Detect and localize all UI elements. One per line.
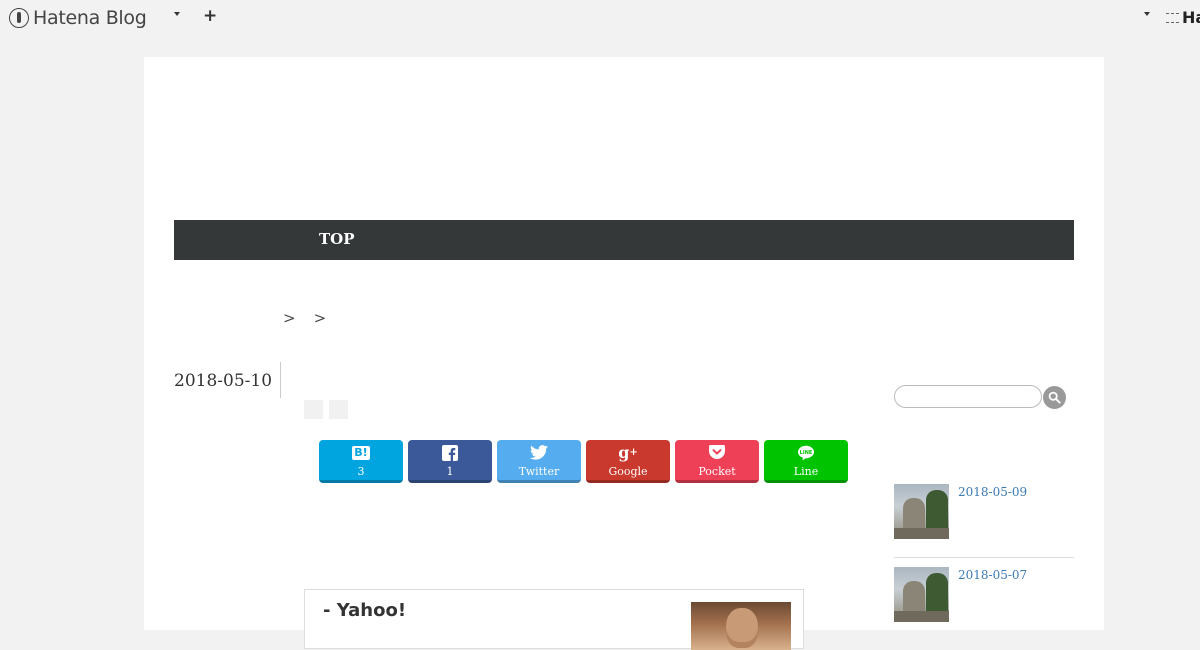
breadcrumb: > > [283, 309, 326, 327]
search-input[interactable] [894, 385, 1042, 408]
ground-shape [894, 611, 949, 622]
hatena-blog-logo[interactable]: Hatena Blog [9, 7, 147, 29]
share-label: Pocket [698, 464, 736, 478]
diet-building-image [903, 498, 925, 528]
share-label: Line [793, 464, 819, 478]
recent-entry-item[interactable]: 2018-05-07 [894, 567, 1074, 623]
hatena-account-menu[interactable]: Ha [1166, 8, 1200, 27]
pocket-share-button[interactable]: Pocket [675, 440, 759, 483]
entry-category-chip[interactable] [304, 400, 323, 419]
recent-entry-thumbnail[interactable] [894, 484, 949, 539]
hatena-mini-logo-icon [1166, 12, 1179, 23]
sidebar-divider [894, 557, 1074, 558]
svg-text:LINE: LINE [800, 450, 813, 456]
share-label: Twitter [518, 464, 560, 478]
share-count: 3 [357, 464, 365, 478]
recent-entry-thumbnail[interactable] [894, 567, 949, 622]
facebook-icon [442, 443, 458, 463]
twitter-icon [530, 443, 548, 463]
share-buttons: B! 3 1 Twitter g + Google Pocket LINE Li… [319, 440, 848, 483]
ground-shape [894, 528, 949, 539]
google-plus-icon: g + [618, 443, 638, 462]
embed-card-title[interactable]: - Yahoo! [323, 600, 406, 621]
nav-item-top[interactable]: TOP [319, 230, 355, 248]
hatena-account-text: Ha [1182, 8, 1200, 27]
recent-entry-date-link[interactable]: 2018-05-07 [958, 568, 1027, 582]
diet-building-image [903, 581, 925, 611]
share-label: Google [608, 464, 648, 478]
hatena-b-icon: B! [352, 445, 370, 460]
entry-category-chip[interactable] [329, 400, 348, 419]
hatena-bookmark-share-button[interactable]: B! 3 [319, 440, 403, 483]
embedded-link-card[interactable]: - Yahoo! [304, 589, 804, 650]
recent-entry-date-link[interactable]: 2018-05-09 [958, 485, 1027, 499]
line-share-button[interactable]: LINE Line [764, 440, 848, 483]
global-navigation: TOP [174, 220, 1074, 260]
hatena-blog-logo-text: Hatena Blog [33, 7, 147, 29]
hatena-global-header: Hatena Blog + Ha [0, 0, 1200, 36]
pocket-icon [709, 443, 725, 463]
breadcrumb-separator: > [283, 309, 296, 327]
search-icon [1048, 391, 1061, 404]
breadcrumb-separator: > [313, 309, 327, 327]
google-plus-share-button[interactable]: g + Google [586, 440, 670, 483]
twitter-share-button[interactable]: Twitter [497, 440, 581, 483]
blog-container: TOP > > 2018-05-10 B! 3 1 Twitter g + Goo… [144, 57, 1104, 650]
hatena-logo-icon [9, 8, 29, 28]
user-menu-dropdown-icon[interactable] [1144, 12, 1150, 16]
share-count: 1 [446, 464, 454, 478]
add-entry-button[interactable]: + [203, 6, 217, 26]
embed-card-thumbnail[interactable] [691, 602, 791, 650]
facebook-share-button[interactable]: 1 [408, 440, 492, 483]
entry-date[interactable]: 2018-05-10 [174, 362, 282, 398]
portrait-face [726, 608, 758, 648]
line-icon: LINE [797, 443, 815, 463]
search-button[interactable] [1043, 386, 1066, 409]
recent-entry-item[interactable]: 2018-05-09 [894, 484, 1074, 540]
blog-menu-dropdown-icon[interactable] [174, 12, 180, 16]
